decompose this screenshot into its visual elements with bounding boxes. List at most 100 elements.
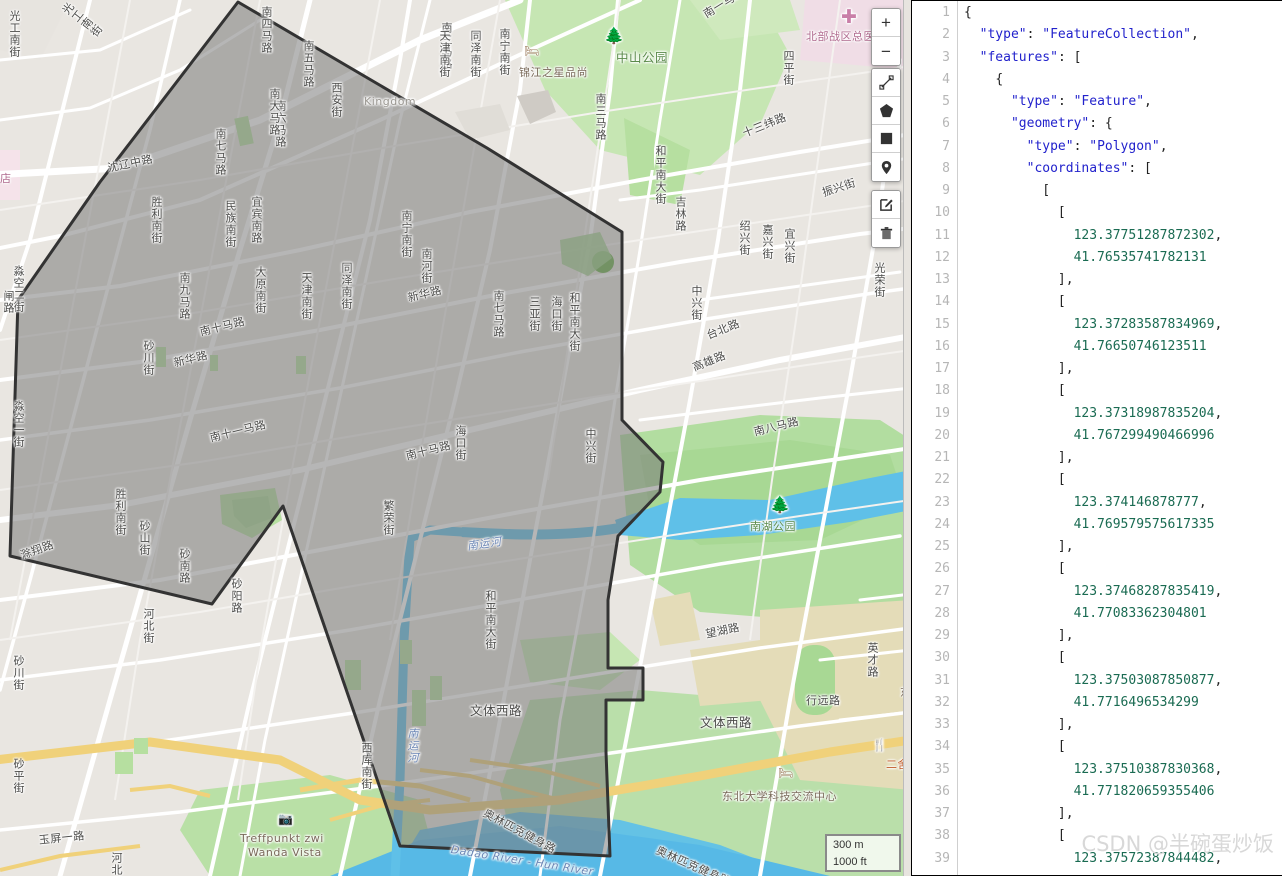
code-token-pun: : <box>1073 138 1090 154</box>
code-token-pun: : { <box>1089 116 1113 132</box>
code-token-num: 41.7716496534299 <box>1073 694 1199 710</box>
edit-toolbar[interactable] <box>871 190 901 248</box>
code-token-pun: , <box>1214 316 1223 332</box>
code-line: "features": [ <box>964 47 1282 69</box>
code-token-pun: : [ <box>1128 160 1152 176</box>
code-token-str: "Polygon" <box>1089 138 1160 154</box>
scale-metric: 300 m <box>825 834 901 853</box>
code-token-num: 123.374146878777 <box>1073 494 1199 510</box>
line-number: 4 <box>942 71 950 87</box>
code-token-pun: { <box>995 71 1004 87</box>
code-line: 41.771820659355406 <box>964 781 1282 803</box>
line-number: 20 <box>934 427 950 443</box>
line-number: 13 <box>934 272 950 287</box>
code-token-num: 41.77083362304801 <box>1073 605 1207 621</box>
code-token-key: "type" <box>1026 138 1074 154</box>
code-line: [ <box>964 736 1282 758</box>
scale-imperial: 1000 ft <box>825 853 901 872</box>
line-number: 8 <box>942 160 950 176</box>
line-number: 38 <box>934 828 950 844</box>
pane-splitter[interactable] <box>903 0 911 876</box>
code-token-str: "FeatureCollection" <box>1042 27 1191 43</box>
code-token-pun: , <box>1144 94 1152 109</box>
code-token-pun: [ <box>1057 650 1066 666</box>
code-line: { <box>964 2 1282 24</box>
line-number: 15 <box>934 316 950 332</box>
code-token-num: 123.37318987835204 <box>1073 405 1215 421</box>
polyline-icon <box>878 75 894 90</box>
code-token-num: 123.37468287835419 <box>1073 583 1215 599</box>
line-number: 37 <box>934 806 950 821</box>
line-number: 2 <box>942 27 950 43</box>
rectangle-icon <box>880 132 892 145</box>
code-line: "type": "Feature", <box>964 91 1282 113</box>
code-token-pun: , <box>1214 672 1223 688</box>
zoom-in-button[interactable]: + <box>872 9 900 37</box>
line-number: 9 <box>942 183 950 198</box>
line-number: 1 <box>942 5 950 20</box>
code-line: 41.7716496534299 <box>964 692 1282 714</box>
code-line: 41.769579575617335 <box>964 514 1282 536</box>
line-number: 19 <box>934 405 950 421</box>
draw-marker-button[interactable] <box>872 153 900 181</box>
draw-polyline-button[interactable] <box>872 69 900 97</box>
code-line: 123.374146878777, <box>964 492 1282 514</box>
code-token-pun: [ <box>1042 183 1051 198</box>
line-number: 12 <box>934 249 950 265</box>
code-line: [ <box>964 380 1282 402</box>
code-token-pun: [ <box>1057 383 1066 399</box>
code-line: [ <box>964 180 1282 202</box>
draw-rectangle-button[interactable] <box>872 125 900 153</box>
code-token-pun: , <box>1214 850 1223 866</box>
line-number: 28 <box>934 605 950 621</box>
line-number: 39 <box>934 850 950 866</box>
map-viewport[interactable]: 光工南街 南四马路 南三马路 南一马路 北部战区总医院 中山公园 锦江之星品尚 Kingdom… <box>0 0 911 876</box>
code-token-num: 41.769579575617335 <box>1073 516 1215 532</box>
code-line: 41.767299490466996 <box>964 425 1282 447</box>
line-number-gutter: 1 2 3 4 5 6 7 8 9 10 11 12 13 14 15 16 17 18 19 20 21 22 23 24 2… <box>912 0 957 876</box>
zoom-out-button[interactable]: − <box>872 37 900 65</box>
code-line: 123.37468287835419, <box>964 581 1282 603</box>
code-token-pun: : [ <box>1057 49 1082 65</box>
code-line: "geometry": { <box>964 113 1282 135</box>
code-token-num: 123.37751287872302 <box>1073 227 1215 243</box>
code-line: 41.77083362304801 <box>964 603 1282 625</box>
code-line: 123.37572387844482, <box>964 848 1282 870</box>
code-token-pun: [ <box>1057 472 1066 488</box>
line-number: 21 <box>934 450 950 465</box>
code-line: { <box>964 69 1282 91</box>
draw-polygon-button[interactable] <box>872 97 900 125</box>
line-number: 10 <box>934 205 950 221</box>
line-number: 30 <box>934 650 950 666</box>
edit-layers-button[interactable] <box>872 191 900 219</box>
line-number: 3 <box>942 49 950 65</box>
draw-toolbar[interactable] <box>871 68 901 182</box>
code-token-num: 123.37283587834969 <box>1073 316 1215 332</box>
code-token-key: "type" <box>979 27 1027 43</box>
code-line: 123.37503087850877, <box>964 670 1282 692</box>
line-number: 36 <box>934 783 950 799</box>
code-token-pun: [ <box>1057 205 1066 221</box>
code-line: [ <box>964 291 1282 313</box>
line-number: 34 <box>934 739 950 755</box>
geojson-code-content[interactable]: { "type": "FeatureCollection", "features… <box>957 0 1282 876</box>
zoom-control-group[interactable]: + − <box>871 8 901 66</box>
geojson-code-panel[interactable]: 1 2 3 4 5 6 7 8 9 10 11 12 13 14 15 16 17 18 19 20 21 22 23 24 2… <box>911 0 1282 876</box>
delete-layers-button[interactable] <box>872 219 900 247</box>
code-token-pun: [ <box>1057 561 1066 577</box>
code-line: ], <box>964 714 1282 736</box>
code-line: ], <box>964 536 1282 558</box>
code-token-pun: { <box>964 5 972 20</box>
code-token-pun: ], <box>1057 272 1074 287</box>
line-number: 22 <box>934 472 950 488</box>
scale-bar: 300 m 1000 ft <box>825 834 901 872</box>
code-token-pun: ], <box>1057 628 1074 643</box>
code-token-pun: , <box>1159 138 1168 154</box>
line-number: 31 <box>934 672 950 688</box>
code-token-num: 41.76650746123511 <box>1073 338 1207 354</box>
code-token-num: 123.37510387830368 <box>1073 761 1215 777</box>
code-token-pun: , <box>1214 583 1223 599</box>
code-token-pun: , <box>1214 405 1223 421</box>
line-number: 32 <box>934 694 950 710</box>
map-tile-canvas <box>0 0 911 876</box>
